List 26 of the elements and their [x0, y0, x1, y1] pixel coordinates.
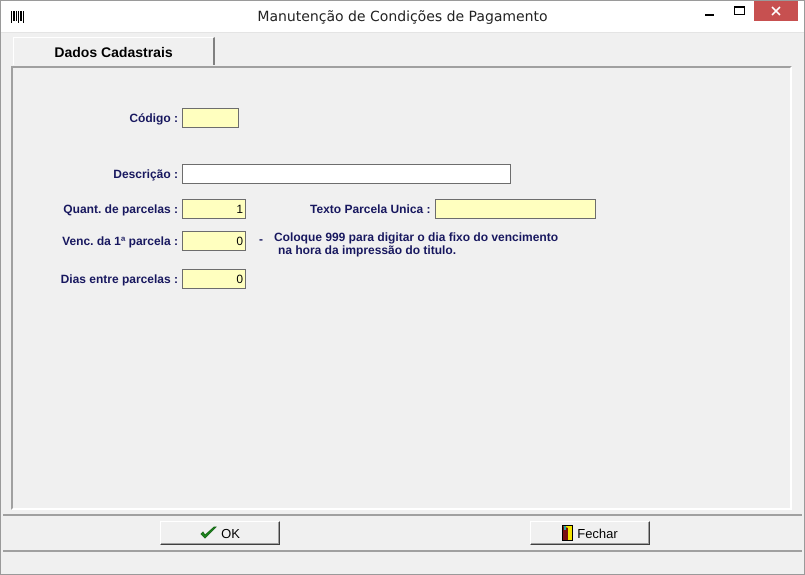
- field-label: Venc. da 1ª parcela :: [61, 233, 179, 250]
- field-label: Texto Parcela Unica :: [310, 201, 432, 218]
- window-title: Manutenção de Condições de Pagamento: [256, 8, 549, 24]
- close-button[interactable]: [754, 1, 798, 21]
- minimize-icon: [704, 14, 714, 16]
- tab[interactable]: Dados Cadastrais: [13, 37, 215, 65]
- field-label: Dias entre parcelas :: [60, 271, 179, 288]
- note-dash: -: [259, 231, 263, 247]
- ok-button[interactable]: OK: [160, 521, 280, 545]
- input-field[interactable]: [434, 199, 596, 219]
- input-field[interactable]: 0: [182, 269, 246, 289]
- barcode-icon: [11, 10, 25, 24]
- note-text: Coloque 999 para digitar o dia fixo do vencimento: [274, 231, 558, 244]
- input-field[interactable]: 1: [182, 199, 246, 219]
- close-button[interactable]: Fechar: [530, 521, 650, 545]
- input-field[interactable]: [182, 108, 239, 128]
- door-icon: [562, 525, 574, 541]
- input-field[interactable]: [182, 164, 511, 184]
- field-label: Descrição :: [112, 166, 179, 183]
- note-text: na hora da impressão do titulo.: [278, 244, 456, 257]
- checkmark-icon: [200, 526, 218, 540]
- field-label: Quant. de parcelas :: [62, 201, 179, 218]
- maximize-icon: [734, 6, 744, 16]
- input-field[interactable]: 0: [182, 231, 246, 251]
- close-icon: [771, 6, 781, 16]
- field-label: Código :: [128, 110, 179, 127]
